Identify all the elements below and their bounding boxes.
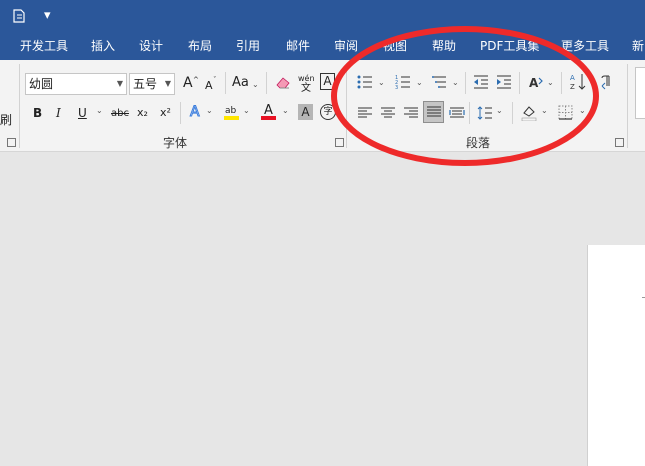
distributed-icon[interactable] [449, 105, 465, 121]
align-center-icon[interactable] [380, 105, 396, 121]
sort-icon[interactable]: A Z [570, 72, 586, 92]
divider [561, 72, 562, 94]
italic-button[interactable]: I [56, 105, 61, 121]
paragraph-launcher-icon[interactable] [615, 138, 624, 147]
align-right-icon[interactable] [403, 105, 419, 121]
chevron-down-icon: ⌄ [96, 106, 103, 115]
numbering-icon[interactable]: 1 2 3 [395, 74, 411, 90]
chevron-down-icon: ▼ [116, 79, 123, 88]
tab-review[interactable]: 审阅 [334, 39, 358, 54]
tab-insert[interactable]: 插入 [91, 39, 115, 54]
chevron-down-icon: ⌄ [206, 106, 213, 115]
tab-view[interactable]: 视图 [383, 39, 407, 54]
divider [519, 72, 520, 94]
chevron-down-icon: ⌄ [541, 106, 548, 115]
quick-access-dropdown[interactable]: ▾ [44, 8, 51, 24]
ribbon: 刷 幼圆 ▼ 五号 ▼ A ^ A ˇ Aa ⌄ wén 文 A B I U ⌄… [0, 60, 645, 152]
font-launcher-icon[interactable] [335, 138, 344, 147]
bullets-icon[interactable] [357, 74, 373, 90]
font-color-bar [261, 116, 276, 120]
justify-button[interactable] [423, 101, 444, 123]
justify-icon [427, 106, 441, 117]
character-border-button[interactable]: A [320, 73, 335, 90]
chevron-down-icon: ▼ [164, 79, 171, 88]
chevron-down-icon: ⌄ [452, 78, 459, 87]
styles-gallery-edge[interactable] [635, 67, 645, 119]
chevron-down-icon: ⌄ [378, 78, 385, 87]
tab-mailings[interactable]: 邮件 [286, 39, 310, 54]
tab-references[interactable]: 引用 [236, 39, 260, 54]
font-size-combo[interactable]: 五号 ▼ [129, 73, 175, 95]
chinese-layout-icon[interactable]: A [528, 74, 544, 90]
tab-pdf-tools[interactable]: PDF工具集 [480, 39, 539, 54]
chevron-down-icon: ⌄ [496, 106, 503, 115]
tab-help[interactable]: 帮助 [432, 39, 456, 54]
chevron-down-icon: ⌄ [579, 106, 586, 115]
phonetic-guide-bottom: 文 [301, 83, 311, 94]
divider [266, 72, 267, 94]
document-icon[interactable] [11, 8, 27, 24]
chevron-down-icon: ⌄ [282, 106, 289, 115]
decrease-indent-icon[interactable] [473, 74, 489, 90]
borders-icon[interactable] [558, 105, 573, 120]
group-divider [627, 64, 628, 148]
align-left-icon[interactable] [357, 105, 373, 121]
enclose-characters-button[interactable]: 字 [320, 104, 336, 120]
line-spacing-icon[interactable] [477, 105, 493, 121]
multilevel-list-icon[interactable] [432, 74, 448, 90]
strikethrough-button[interactable]: abc [111, 106, 129, 122]
divider [469, 102, 470, 124]
tab-layout[interactable]: 布局 [188, 39, 212, 54]
show-hide-marks-icon[interactable] [600, 74, 612, 90]
shrink-font-button[interactable]: A [205, 78, 213, 94]
clipboard-launcher-icon[interactable] [7, 138, 16, 147]
font-name-value: 幼圆 [29, 77, 54, 91]
increase-indent-icon[interactable] [496, 74, 512, 90]
paragraph-group-label: 段落 [466, 136, 491, 150]
chevron-down-icon: ⌄ [547, 78, 554, 87]
svg-text:3: 3 [395, 85, 398, 90]
underline-button[interactable]: U [78, 105, 87, 121]
superscript-button[interactable]: x² [160, 105, 171, 121]
font-size-value: 五号 [133, 77, 158, 91]
document-page[interactable] [587, 245, 645, 466]
ribbon-tabs: 开发工具 插入 设计 布局 引用 邮件 审阅 视图 帮助 PDF工具集 更多工具… [0, 33, 645, 60]
font-group-label: 字体 [163, 136, 188, 150]
highlight-color-bar [224, 116, 239, 120]
divider [225, 72, 226, 94]
grow-font-caret: ^ [193, 76, 199, 84]
svg-text:A: A [529, 76, 539, 90]
divider [512, 102, 513, 124]
change-case-button[interactable]: Aa [232, 75, 249, 91]
bold-button[interactable]: B [33, 105, 42, 121]
grow-font-button[interactable]: A [183, 75, 193, 91]
text-effects-button[interactable]: A [190, 104, 201, 121]
divider [465, 72, 466, 94]
title-bar: ▾ [0, 0, 645, 33]
group-divider [346, 64, 347, 148]
chevron-down-icon: ⌄ [243, 106, 250, 115]
chevron-down-icon: ⌄ [416, 78, 423, 87]
shrink-font-caret: ˇ [213, 76, 217, 84]
shading-icon[interactable] [521, 104, 537, 121]
chevron-down-icon: ⌄ [252, 80, 259, 89]
group-divider [19, 64, 20, 148]
divider [180, 102, 181, 124]
tab-developer[interactable]: 开发工具 [20, 39, 68, 54]
eraser-icon[interactable] [275, 74, 291, 90]
character-shading-button[interactable]: A [298, 104, 313, 120]
font-name-combo[interactable]: 幼圆 ▼ [25, 73, 127, 95]
tab-more-tools[interactable]: 更多工具 [561, 39, 609, 54]
format-painter-label[interactable]: 刷 [0, 112, 12, 128]
tab-new[interactable]: 新 [632, 39, 644, 54]
tab-design[interactable]: 设计 [139, 39, 163, 54]
subscript-button[interactable]: x₂ [137, 105, 148, 121]
svg-text:Z: Z [570, 83, 575, 91]
svg-text:A: A [570, 74, 575, 82]
